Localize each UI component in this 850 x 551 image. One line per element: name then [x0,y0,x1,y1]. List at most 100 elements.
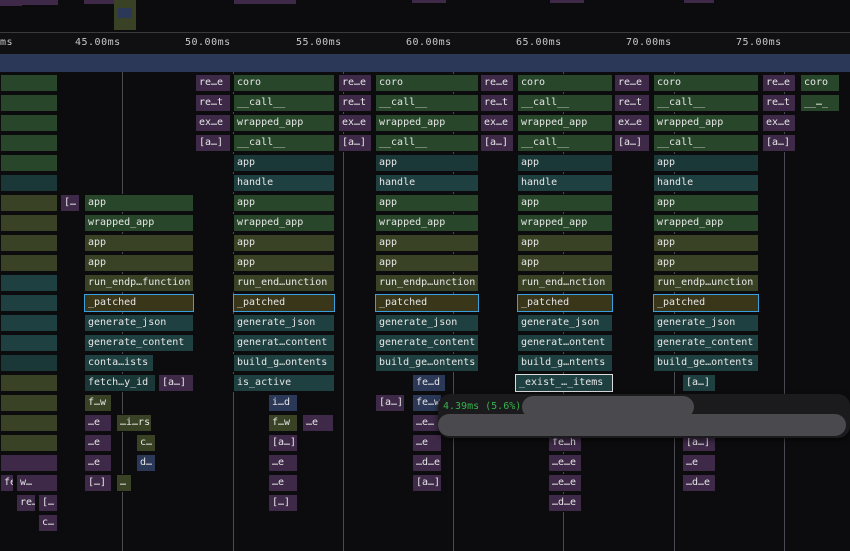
flame-frame[interactable]: _patched [233,294,335,312]
root-frame[interactable] [0,54,850,72]
flame-frame[interactable] [0,74,58,92]
flame-frame[interactable] [0,114,58,132]
flame-frame[interactable]: __call__ [517,134,613,152]
flame-frame[interactable] [0,314,58,332]
flame-frame[interactable]: coro [653,74,759,92]
flame-frame[interactable]: generate_content [653,334,759,352]
flame-frame[interactable]: __call__ [375,134,479,152]
flame-frame[interactable] [0,134,58,152]
flame-frame[interactable]: ex…e [195,114,231,132]
flame-frame[interactable]: [a…] [375,394,405,412]
flame-frame[interactable] [0,434,58,452]
flame-frame[interactable]: [a…] [412,474,442,492]
flame-frame[interactable]: handle [375,174,479,192]
flame-frame[interactable]: …e [84,454,112,472]
flame-frame[interactable]: [a…] [195,134,231,152]
flame-frame[interactable] [0,334,58,352]
flame-frame[interactable]: generate_json [653,314,759,332]
flame-frame[interactable] [0,154,58,172]
flame-frame[interactable]: re…t [480,94,514,112]
flame-frame[interactable]: …e [268,454,298,472]
flame-frame[interactable]: _patched [84,294,194,312]
flame-frame[interactable]: app [375,154,479,172]
flame-frame[interactable]: app [233,234,335,252]
flame-frame[interactable] [0,394,58,412]
flame-frame[interactable]: wrapped_app [375,214,479,232]
flame-frame[interactable]: _patched [653,294,759,312]
flame-frame[interactable]: re…e [480,74,514,92]
flame-frame[interactable]: re…e [614,74,650,92]
flame-frame[interactable]: app [517,194,613,212]
flame-graph[interactable]: re…e re…t ex…e [a…] coro __call__ wrapped_app _… [0,72,850,551]
flame-frame[interactable]: fe…d [412,374,446,392]
flame-frame[interactable]: app [653,194,759,212]
flame-frame[interactable]: app [375,254,479,272]
flame-frame[interactable] [0,234,58,252]
flame-frame[interactable]: run_endp…function [84,274,194,292]
flame-frame[interactable]: coro [517,74,613,92]
flame-frame[interactable]: coro [800,74,840,92]
flame-frame[interactable]: app [233,154,335,172]
flame-frame[interactable]: [… [38,494,58,512]
flame-frame[interactable]: [a…] [268,434,298,452]
flame-frame[interactable]: re…e [195,74,231,92]
flame-frame[interactable]: ex…e [480,114,514,132]
flame-frame[interactable]: wrapped_app [517,114,613,132]
flame-frame[interactable]: build_ge…ontents [375,354,479,372]
flame-frame[interactable] [0,454,58,472]
flame-frame[interactable]: build_g…ntents [517,354,613,372]
time-ruler[interactable]: ms 45.00ms 50.00ms 55.00ms 60.00ms 65.00… [0,32,850,55]
flame-frame[interactable]: fe…s [0,474,14,492]
flame-frame[interactable]: generate_json [375,314,479,332]
flame-frame[interactable]: build_ge…ontents [653,354,759,372]
flame-frame[interactable]: [a…] [480,134,514,152]
flame-frame[interactable]: __call__ [653,94,759,112]
flame-frame[interactable] [0,354,58,372]
flame-frame[interactable]: generate_content [84,334,194,352]
flame-frame[interactable]: app [233,194,335,212]
flame-frame[interactable]: generate_content [375,334,479,352]
flame-frame[interactable]: conta…ists [84,354,154,372]
flame-frame[interactable]: ex…e [338,114,372,132]
flame-frame[interactable]: app [84,234,194,252]
flame-frame[interactable]: w… [16,474,58,492]
flame-frame[interactable]: generate_json [233,314,335,332]
flame-frame[interactable]: _patched [517,294,613,312]
flame-frame[interactable]: _exist_…_items [515,374,613,392]
flame-frame[interactable]: […] [84,474,112,492]
flame-frame[interactable]: app [375,234,479,252]
flame-frame[interactable]: …e [84,434,112,452]
flame-frame[interactable] [0,254,58,272]
flame-frame[interactable]: generat…ontent [517,334,613,352]
flame-frame[interactable]: [… [60,194,80,212]
flame-frame[interactable]: generate_json [84,314,194,332]
flame-frame[interactable]: wrapped_app [517,214,613,232]
flame-frame[interactable]: fetch…y_id [84,374,156,392]
flame-frame[interactable]: i…d [268,394,298,412]
flame-frame[interactable]: … [116,474,132,492]
flame-frame[interactable]: app [84,254,194,272]
flame-frame[interactable]: [a…] [614,134,650,152]
flame-frame[interactable]: handle [233,174,335,192]
flame-frame[interactable]: …d…e [548,494,582,512]
flame-frame[interactable]: coro [233,74,335,92]
flame-frame[interactable]: app [517,154,613,172]
flame-frame[interactable]: …d…e [412,454,442,472]
flame-frame[interactable] [0,374,58,392]
flame-frame[interactable]: app [517,254,613,272]
flame-frame[interactable]: build_g…ontents [233,354,335,372]
flame-frame[interactable]: f…w [268,414,298,432]
minimap[interactable] [0,0,850,32]
flame-frame[interactable]: …e…e [548,474,582,492]
flame-frame[interactable] [0,294,58,312]
flame-frame[interactable] [0,94,58,112]
flame-frame[interactable]: …e [84,414,112,432]
flame-frame[interactable]: handle [517,174,613,192]
flame-frame[interactable] [0,194,58,212]
flame-frame[interactable]: c… [38,514,58,532]
flame-frame[interactable]: wrapped_app [375,114,479,132]
flame-frame[interactable]: …i…rs [116,414,152,432]
flame-frame[interactable]: f…w [84,394,112,412]
flame-frame[interactable]: re…t [614,94,650,112]
flame-frame[interactable]: app [375,194,479,212]
